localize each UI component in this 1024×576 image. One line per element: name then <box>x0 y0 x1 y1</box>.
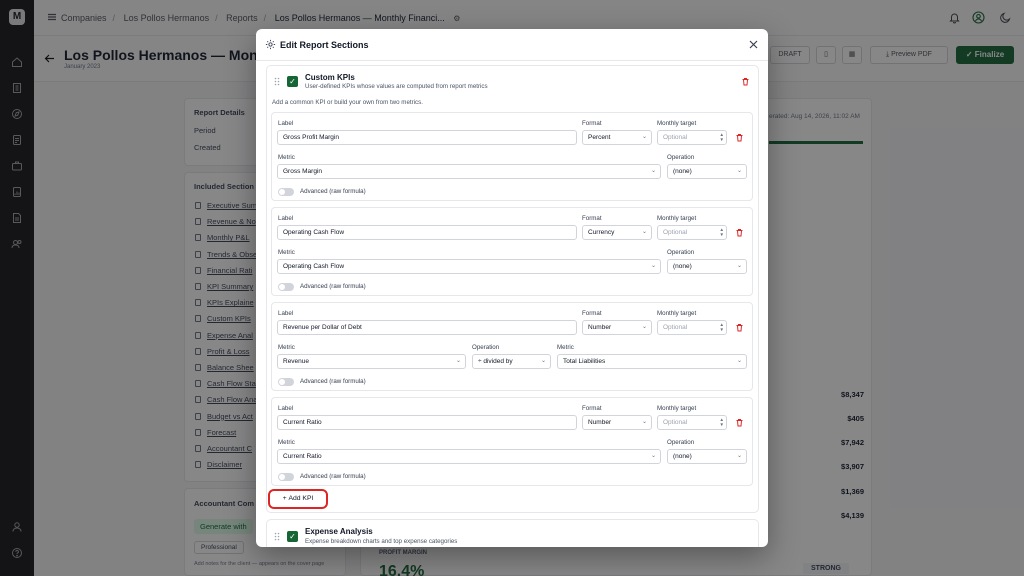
kpi-format-select[interactable]: Currency ⌄ <box>582 225 652 240</box>
delete-kpi-trash-icon[interactable] <box>735 418 744 427</box>
kpi-card: Label Revenue per Dollar of Debt Format Num… <box>271 302 753 391</box>
kpi-format-select[interactable]: Percent ⌄ <box>582 130 652 145</box>
expense-analysis-checkbox[interactable]: ✓ <box>287 531 298 542</box>
chevron-down-icon: ⌄ <box>736 168 742 174</box>
format-field-label: Format <box>582 310 602 317</box>
chevron-down-icon: ⌄ <box>650 453 656 459</box>
stepper-icon[interactable]: ▲ ▼ <box>720 227 724 237</box>
stepper-icon[interactable]: ▲ ▼ <box>720 132 724 142</box>
drag-handle-icon[interactable] <box>274 532 280 541</box>
delete-section-trash-icon[interactable] <box>741 77 750 86</box>
kpi-operation-select[interactable]: (none) ⌄ <box>667 259 747 274</box>
kpi-operation-select[interactable]: (none) ⌄ <box>667 449 747 464</box>
monthly-target-input[interactable]: Optional ▲ ▼ <box>657 130 727 145</box>
kpi-metric-select[interactable]: Revenue ⌄ <box>277 354 466 369</box>
advanced-formula-toggle[interactable] <box>278 283 294 291</box>
metric-field-label: Metric <box>278 154 295 161</box>
advanced-formula-toggle[interactable] <box>278 473 294 481</box>
metric-field-label: Metric <box>278 249 295 256</box>
custom-kpis-description: User-defined KPIs whose values are compu… <box>305 83 488 90</box>
chevron-down-icon: ⌄ <box>641 229 647 235</box>
chevron-down-icon: ⌄ <box>736 453 742 459</box>
operation-field-label: Operation <box>667 439 695 446</box>
modal-title: Edit Report Sections <box>280 40 369 50</box>
section-expense-analysis: ✓ Expense Analysis Expense breakdown cha… <box>266 519 759 547</box>
advanced-formula-toggle[interactable] <box>278 188 294 196</box>
add-kpi-button[interactable]: + Add KPI <box>268 489 328 509</box>
kpi-label-input[interactable]: Gross Profit Margin <box>277 130 577 145</box>
format-field-label: Format <box>582 215 602 222</box>
kpi-label-input[interactable]: Current Ratio <box>277 415 577 430</box>
kpi-label-input[interactable]: Revenue per Dollar of Debt <box>277 320 577 335</box>
operation-field-label: Operation <box>472 344 500 351</box>
operation-field-label: Operation <box>667 154 695 161</box>
chevron-down-icon: ⌄ <box>540 358 546 364</box>
kpi-metric-select[interactable]: Gross Margin ⌄ <box>277 164 661 179</box>
advanced-formula-label: Advanced (raw formula) <box>300 188 366 195</box>
kpi-metric2-select[interactable]: Total Liabilities ⌄ <box>557 354 747 369</box>
chevron-down-icon: ⌄ <box>455 358 461 364</box>
chevron-down-icon: ⌄ <box>736 263 742 269</box>
advanced-formula-label: Advanced (raw formula) <box>300 473 366 480</box>
label-field-label: Label <box>278 215 294 222</box>
monthly-target-label: Monthly target <box>657 310 697 317</box>
advanced-formula-toggle[interactable] <box>278 378 294 386</box>
expense-analysis-title: Expense Analysis <box>305 527 373 536</box>
gear-icon <box>265 39 276 50</box>
chevron-down-icon: ⌄ <box>641 419 647 425</box>
format-field-label: Format <box>582 120 602 127</box>
format-field-label: Format <box>582 405 602 412</box>
kpi-card: Label Operating Cash Flow Format Currency ⌄ M… <box>271 207 753 296</box>
custom-kpis-hint: Add a common KPI or build your own from … <box>272 99 423 106</box>
stepper-icon[interactable]: ▲ ▼ <box>720 417 724 427</box>
metric2-field-label: Metric <box>557 344 574 351</box>
edit-sections-modal: Edit Report Sections ✓ Custom KPIs User-… <box>256 29 768 547</box>
drag-handle-icon[interactable] <box>274 77 280 86</box>
custom-kpis-checkbox[interactable]: ✓ <box>287 76 298 87</box>
monthly-target-label: Monthly target <box>657 405 697 412</box>
advanced-formula-label: Advanced (raw formula) <box>300 283 366 290</box>
monthly-target-input[interactable]: Optional ▲ ▼ <box>657 225 727 240</box>
chevron-down-icon: ⌄ <box>736 358 742 364</box>
monthly-target-label: Monthly target <box>657 120 697 127</box>
chevron-down-icon: ⌄ <box>641 324 647 330</box>
kpi-metric-select[interactable]: Operating Cash Flow ⌄ <box>277 259 661 274</box>
advanced-formula-label: Advanced (raw formula) <box>300 378 366 385</box>
delete-kpi-trash-icon[interactable] <box>735 323 744 332</box>
chevron-down-icon: ⌄ <box>641 134 647 140</box>
delete-kpi-trash-icon[interactable] <box>735 228 744 237</box>
kpi-card: Label Current Ratio Format Number ⌄ Monthly t… <box>271 397 753 486</box>
modal-header: Edit Report Sections <box>256 29 768 61</box>
monthly-target-input[interactable]: Optional ▲ ▼ <box>657 415 727 430</box>
operation-field-label: Operation <box>667 249 695 256</box>
section-custom-kpis: ✓ Custom KPIs User-defined KPIs whose va… <box>266 65 759 513</box>
chevron-down-icon: ⌄ <box>650 263 656 269</box>
label-field-label: Label <box>278 120 294 127</box>
monthly-target-label: Monthly target <box>657 215 697 222</box>
kpi-format-select[interactable]: Number ⌄ <box>582 320 652 335</box>
kpi-format-select[interactable]: Number ⌄ <box>582 415 652 430</box>
expense-analysis-description: Expense breakdown charts and top expense… <box>305 538 458 545</box>
delete-kpi-trash-icon[interactable] <box>735 133 744 142</box>
label-field-label: Label <box>278 310 294 317</box>
monthly-target-input[interactable]: Optional ▲ ▼ <box>657 320 727 335</box>
kpi-metric-select[interactable]: Current Ratio ⌄ <box>277 449 661 464</box>
kpi-label-input[interactable]: Operating Cash Flow <box>277 225 577 240</box>
label-field-label: Label <box>278 405 294 412</box>
kpi-operation-select[interactable]: (none) ⌄ <box>667 164 747 179</box>
kpi-operation-select[interactable]: ÷ divided by ⌄ <box>472 354 551 369</box>
stepper-icon[interactable]: ▲ ▼ <box>720 322 724 332</box>
close-icon[interactable] <box>748 39 759 50</box>
chevron-down-icon: ⌄ <box>650 168 656 174</box>
custom-kpis-title: Custom KPIs <box>305 73 355 82</box>
metric-field-label: Metric <box>278 439 295 446</box>
kpi-card: Label Gross Profit Margin Format Percent ⌄ Mo… <box>271 112 753 201</box>
modal-body: ✓ Custom KPIs User-defined KPIs whose va… <box>256 61 768 547</box>
metric-field-label: Metric <box>278 344 295 351</box>
